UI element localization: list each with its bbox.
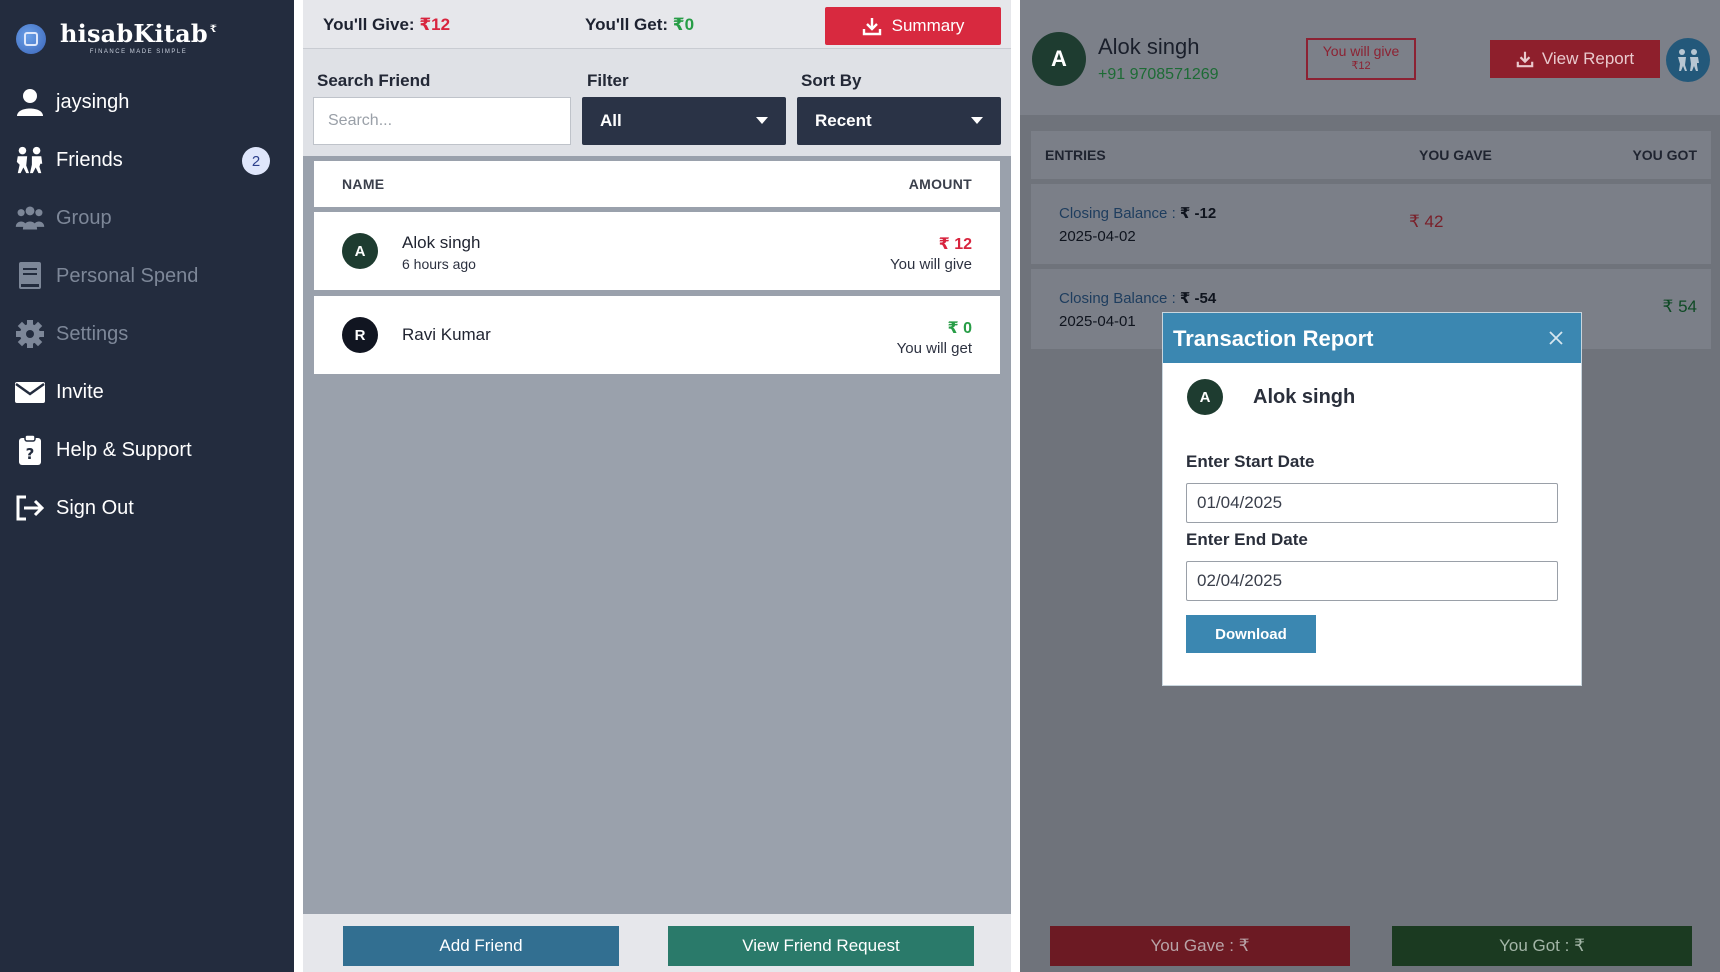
summary-button[interactable]: Summary — [825, 7, 1001, 45]
group-icon — [14, 202, 46, 234]
end-date-label: Enter End Date — [1186, 530, 1308, 549]
friend-row[interactable]: R Ravi Kumar ₹ 0 You will get — [314, 296, 1000, 374]
sidebar-item-label: Sign Out — [56, 496, 134, 519]
close-icon[interactable] — [1543, 325, 1569, 351]
friend-time: 6 hours ago — [402, 256, 476, 272]
avatar: R — [342, 317, 378, 353]
sidebar-item-profile[interactable]: jaysingh — [14, 82, 280, 122]
book-icon — [14, 260, 46, 292]
sidebar-item-sign-out[interactable]: Sign Out — [14, 488, 280, 528]
friend-status: You will get — [896, 340, 972, 357]
you-got-button[interactable]: You Got : ₹ — [1392, 926, 1692, 966]
view-friend-request-button[interactable]: View Friend Request — [668, 926, 974, 966]
col-you-gave: YOU GAVE — [1419, 147, 1492, 163]
gear-icon — [14, 318, 46, 350]
transaction-report-modal: Transaction Report A Alok singh Enter St… — [1162, 312, 1582, 686]
total-give: You'll Give: ₹12 — [323, 15, 451, 34]
you-gave-button[interactable]: You Gave : ₹ — [1050, 926, 1350, 966]
friends-icon — [14, 144, 46, 176]
sort-label: Sort By — [801, 71, 862, 90]
sidebar-item-help[interactable]: ? Help & Support — [14, 430, 280, 470]
search-label: Search Friend — [317, 71, 431, 90]
view-report-button[interactable]: View Report — [1490, 40, 1660, 78]
friend-name: Alok singh — [402, 233, 481, 252]
friends-count-badge: 2 — [242, 147, 270, 175]
entry-date: 2025-04-01 — [1059, 313, 1136, 330]
friends-panel: You'll Give: ₹12 You'll Get: ₹0 Summary … — [303, 0, 1011, 972]
filter-label: Filter — [587, 71, 629, 90]
search-input[interactable] — [313, 97, 571, 145]
caret-down-icon — [971, 117, 983, 124]
avatar: A — [1187, 379, 1223, 415]
sidebar-item-label: Personal Spend — [56, 264, 199, 287]
friend-status: You will give — [890, 256, 972, 273]
modal-header: Transaction Report — [1163, 313, 1581, 363]
sidebar-item-settings[interactable]: Settings — [14, 314, 280, 354]
col-you-got: YOU GOT — [1632, 147, 1697, 163]
download-button[interactable]: Download — [1186, 615, 1316, 653]
brand-name: hisabKitab ₹ — [60, 19, 217, 48]
sidebar-item-group[interactable]: Group — [14, 198, 280, 238]
download-icon — [862, 18, 881, 36]
totals-bar: You'll Give: ₹12 You'll Get: ₹0 Summary — [303, 0, 1011, 49]
sidebar-item-label: Group — [56, 206, 112, 229]
sidebar-item-label: Invite — [56, 380, 104, 403]
total-give-value: ₹12 — [419, 15, 451, 34]
sidebar-item-friends[interactable]: Friends 2 — [14, 140, 280, 180]
sidebar-item-invite[interactable]: Invite — [14, 372, 280, 412]
avatar: A — [342, 233, 378, 269]
entry-row[interactable]: Closing Balance : ₹ -12 2025-04-02 ₹ 42 — [1031, 184, 1711, 264]
sort-select[interactable]: Recent — [797, 97, 1001, 145]
sign-out-icon — [14, 492, 46, 524]
modal-title: Transaction Report — [1173, 326, 1374, 351]
balance-badge: You will give ₹12 — [1306, 38, 1416, 80]
caret-down-icon — [756, 117, 768, 124]
friend-name: Ravi Kumar — [402, 325, 491, 344]
friends-table-header: NAME AMOUNT — [314, 161, 1000, 207]
sidebar-item-label: Help & Support — [56, 438, 192, 461]
closing-balance: Closing Balance : ₹ -54 — [1059, 290, 1217, 307]
download-icon — [1516, 51, 1534, 68]
sidebar-item-label: jaysingh — [56, 90, 130, 113]
filter-row: Search Friend Filter Sort By All Recent — [303, 49, 1011, 156]
start-date-label: Enter Start Date — [1186, 452, 1315, 471]
friends-actions-bar: Add Friend View Friend Request — [303, 914, 1011, 972]
total-get: You'll Get: ₹0 — [585, 15, 695, 34]
col-entries: ENTRIES — [1045, 147, 1106, 163]
friend-phone: +91 9708571269 — [1098, 66, 1219, 83]
modal-friend-name: Alok singh — [1253, 386, 1356, 408]
friend-amount: ₹ 12 — [938, 236, 972, 253]
col-amount: AMOUNT — [908, 176, 972, 192]
brand[interactable]: hisabKitab ₹ FINANCE MADE SIMPLE — [16, 22, 217, 55]
entry-gave: ₹ 42 — [1409, 212, 1444, 231]
sidebar-item-label: Settings — [56, 322, 129, 345]
entries-table-header: ENTRIES YOU GAVE YOU GOT — [1031, 131, 1711, 179]
avatar: A — [1032, 32, 1086, 86]
total-get-value: ₹0 — [672, 15, 695, 34]
brand-tagline: FINANCE MADE SIMPLE — [89, 49, 188, 55]
closing-balance: Closing Balance : ₹ -12 — [1059, 205, 1217, 222]
add-friend-button[interactable]: Add Friend — [343, 926, 619, 966]
sidebar: hisabKitab ₹ FINANCE MADE SIMPLE jaysingh… — [0, 0, 294, 972]
entry-got: ₹ 54 — [1662, 297, 1697, 316]
envelope-icon — [14, 376, 46, 408]
friend-row[interactable]: A Alok singh 6 hours ago ₹ 12 You will g… — [314, 212, 1000, 290]
friend-name: Alok singh — [1098, 34, 1200, 59]
svg-text:?: ? — [26, 445, 35, 463]
col-name: NAME — [342, 176, 385, 192]
sidebar-item-label: Friends — [56, 148, 123, 171]
sidebar-item-personal-spend[interactable]: Personal Spend — [14, 256, 280, 296]
end-date-input[interactable] — [1186, 561, 1558, 601]
clipboard-question-icon: ? — [14, 434, 46, 466]
user-icon — [14, 86, 46, 118]
filter-select[interactable]: All — [582, 97, 786, 145]
start-date-input[interactable] — [1186, 483, 1558, 523]
reminder-icon[interactable] — [1666, 38, 1710, 82]
friend-amount: ₹ 0 — [947, 320, 972, 337]
entry-date: 2025-04-02 — [1059, 228, 1136, 245]
friend-detail-header: A Alok singh +91 9708571269 You will giv… — [1020, 0, 1720, 115]
entry-actions-bar: You Gave : ₹ You Got : ₹ — [1020, 914, 1720, 972]
logo-icon — [16, 23, 46, 54]
